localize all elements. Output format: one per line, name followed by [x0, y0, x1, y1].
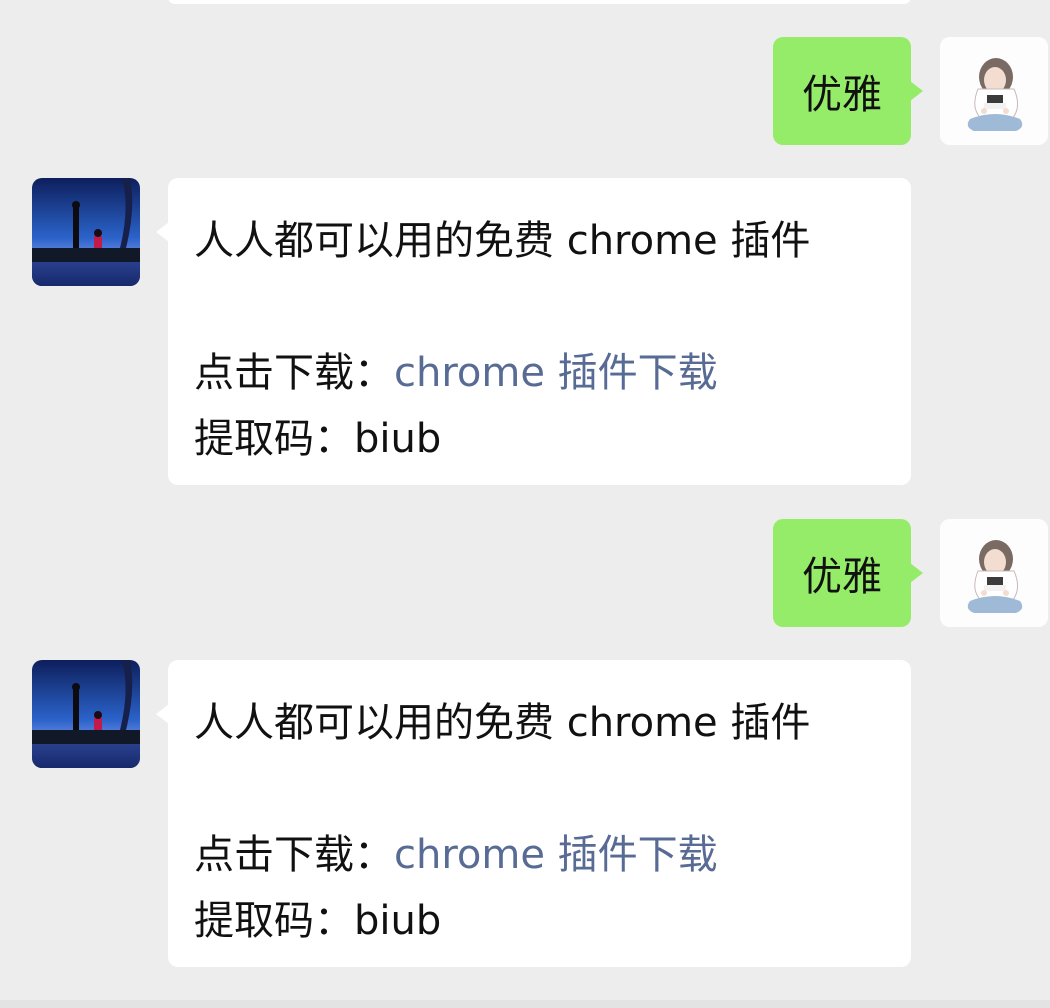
sent-message-text: 优雅 — [802, 72, 882, 118]
download-line: 点击下载：chrome 插件下载 — [194, 822, 911, 888]
code-label: 提取码： — [194, 898, 354, 944]
sent-message-bubble[interactable]: 优雅 — [773, 519, 923, 627]
contact-avatar[interactable] — [32, 178, 140, 286]
download-label: 点击下载： — [194, 832, 394, 878]
night-sky-silhouette-avatar-icon — [32, 178, 140, 286]
sent-message-text: 优雅 — [802, 554, 882, 600]
download-line: 点击下载：chrome 插件下载 — [194, 340, 911, 406]
night-sky-silhouette-avatar-icon — [32, 660, 140, 768]
code-value: biub — [354, 416, 442, 462]
previous-message-bubble-edge — [168, 0, 911, 4]
received-message-bubble[interactable]: 人人都可以用的免费 chrome 插件 点击下载：chrome 插件下载 提取码… — [156, 660, 911, 967]
download-label: 点击下载： — [194, 350, 394, 396]
message-title: 人人都可以用的免费 chrome 插件 — [194, 218, 811, 264]
sent-message-bubble[interactable]: 优雅 — [773, 37, 923, 145]
received-message-bubble[interactable]: 人人都可以用的免费 chrome 插件 点击下载：chrome 插件下载 提取码… — [156, 178, 911, 485]
sketch-girl-avatar-icon — [940, 37, 1048, 145]
chat-window: 优雅 人人都可以用的免费 chrome 插件 点击下载：chrome 插件下载 … — [0, 0, 1050, 1008]
code-line: 提取码：biub — [194, 406, 911, 472]
sketch-girl-avatar-icon — [940, 519, 1048, 627]
code-line: 提取码：biub — [194, 888, 911, 954]
code-label: 提取码： — [194, 416, 354, 462]
message-title: 人人都可以用的免费 chrome 插件 — [194, 700, 811, 746]
user-avatar[interactable] — [940, 37, 1048, 145]
bottom-divider — [0, 1000, 1050, 1008]
download-link[interactable]: chrome 插件下载 — [394, 832, 718, 878]
code-value: biub — [354, 898, 442, 944]
user-avatar[interactable] — [940, 519, 1048, 627]
download-link[interactable]: chrome 插件下载 — [394, 350, 718, 396]
contact-avatar[interactable] — [32, 660, 140, 768]
